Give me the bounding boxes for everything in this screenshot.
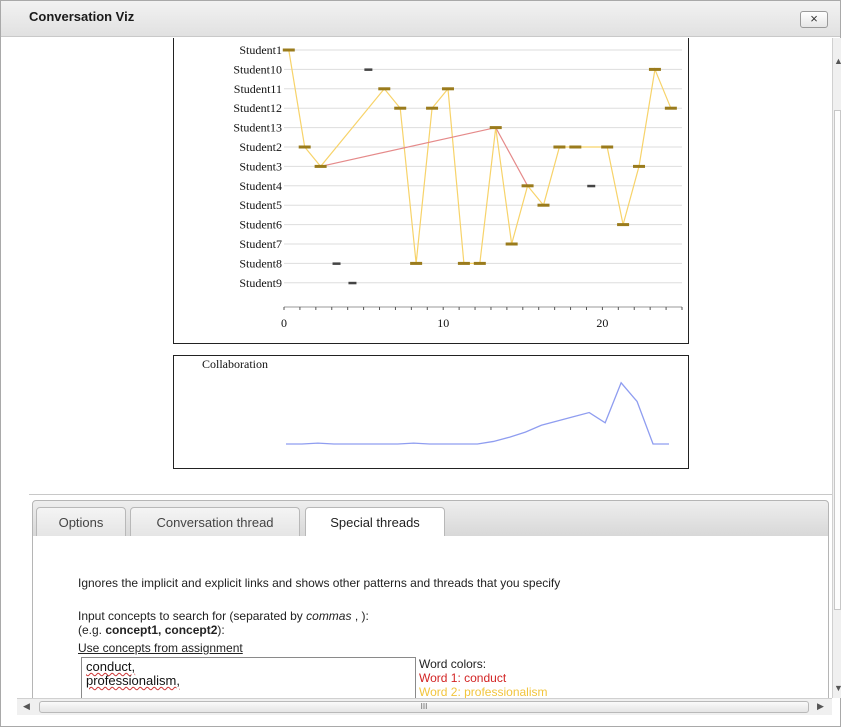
prompt-example-bold: concept1, concept2 [105, 623, 218, 637]
concepts-input[interactable]: conduct, professionalism, [81, 657, 416, 698]
close-button[interactable]: × [800, 11, 828, 28]
panel-description: Ignores the implicit and explicit links … [78, 576, 561, 590]
y-tick-label: Student1 [239, 43, 282, 57]
prompt-commas: commas [306, 609, 352, 623]
window-title: Conversation Viz [29, 9, 135, 24]
message-point [298, 145, 311, 149]
collaboration-line [286, 381, 669, 445]
horizontal-scrollbar[interactable]: ◀ III ▶ [17, 698, 832, 715]
prompt-example-a: (e.g. [78, 623, 106, 637]
y-tick-label: Student8 [239, 256, 282, 270]
vertical-scrollbar[interactable]: ▲ ▼ [832, 38, 841, 698]
concept-1: conduct, [86, 659, 136, 674]
prompt-example-b: ): [217, 623, 225, 637]
message-point [441, 87, 454, 91]
message-point [617, 223, 630, 227]
x-tick-label: 10 [437, 316, 449, 330]
message-point [378, 87, 391, 91]
isolated-message-point [348, 281, 357, 285]
collaboration-title: Collaboration [202, 357, 268, 371]
x-tick-label: 0 [281, 316, 287, 330]
message-point [314, 164, 327, 168]
scroll-right-arrow-icon[interactable]: ▶ [817, 701, 824, 712]
collaboration-chart-svg: Collaboration [202, 357, 669, 445]
y-tick-label: Student9 [239, 276, 282, 290]
use-assignment-concepts-link[interactable]: Use concepts from assignment [78, 641, 243, 655]
word-colors-legend: Word colors: Word 1: conduct Word 2: pro… [419, 657, 548, 698]
y-tick-label: Student10 [233, 62, 282, 76]
message-point [457, 261, 470, 265]
tab-special-threads[interactable]: Special threads [305, 507, 445, 539]
message-point [569, 145, 582, 149]
message-point [473, 261, 486, 265]
message-point [648, 67, 661, 71]
concept-2: professionalism, [86, 673, 180, 688]
y-tick-label: Student5 [239, 198, 282, 212]
prompt-text-b: , ): [351, 609, 369, 623]
message-point [521, 184, 534, 188]
tab-options[interactable]: Options [36, 507, 126, 538]
conversation-chart-svg: Student1 Student10 Student11 Student12 Stude… [233, 43, 683, 330]
y-tick-label: Student3 [239, 159, 282, 173]
x-tick-label: 20 [596, 316, 608, 330]
divider [29, 494, 832, 495]
message-point [489, 126, 502, 130]
message-point [537, 203, 550, 207]
message-point [426, 106, 439, 110]
content-area: Student1 Student10 Student11 Student12 Stude… [29, 38, 832, 698]
title-bar: Conversation Viz × [1, 1, 840, 37]
scroll-up-arrow-icon[interactable]: ▲ [834, 56, 841, 66]
conversation-viz-window: Conversation Viz × Student1 Student10 Stud… [0, 0, 841, 727]
word-1-label: Word 1: conduct [419, 671, 507, 685]
tab-bar: Options Conversation thread Special thre… [32, 500, 829, 539]
vertical-scroll-thumb[interactable] [834, 110, 841, 610]
prompt-text-a: Input concepts to search for (separated … [78, 609, 307, 623]
isolated-message-point [332, 262, 341, 265]
collaboration-chart: Collaboration [173, 355, 689, 469]
y-tick-label: Student7 [239, 237, 282, 251]
word-colors-label: Word colors: [419, 657, 487, 671]
scroll-down-arrow-icon[interactable]: ▼ [834, 683, 841, 693]
y-tick-label: Student12 [233, 101, 282, 115]
y-tick-label: Student6 [239, 218, 282, 232]
concepts-prompt: Input concepts to search for (separated … [78, 609, 369, 637]
thread-line [288, 49, 672, 264]
word-2-label: Word 2: professionalism [419, 685, 548, 698]
conversation-chart: Student1 Student10 Student11 Student12 Stude… [173, 38, 689, 344]
special-threads-panel: Ignores the implicit and explicit links … [32, 536, 829, 698]
scroll-left-arrow-icon[interactable]: ◀ [23, 701, 30, 712]
message-point [282, 48, 295, 52]
y-tick-label: Student11 [234, 82, 282, 96]
message-point [410, 261, 423, 265]
message-point [633, 164, 646, 168]
message-point [553, 145, 566, 149]
horizontal-scroll-thumb[interactable]: III [39, 701, 809, 713]
message-point [664, 106, 677, 110]
y-tick-label: Student2 [239, 140, 282, 154]
y-tick-label: Student13 [233, 121, 282, 135]
y-tick-label: Student4 [239, 179, 282, 193]
isolated-message-point [587, 184, 596, 188]
message-point [601, 145, 614, 149]
isolated-message-point [364, 68, 373, 71]
tab-conversation-thread[interactable]: Conversation thread [130, 507, 300, 538]
message-point [505, 242, 518, 246]
message-point [394, 106, 407, 110]
